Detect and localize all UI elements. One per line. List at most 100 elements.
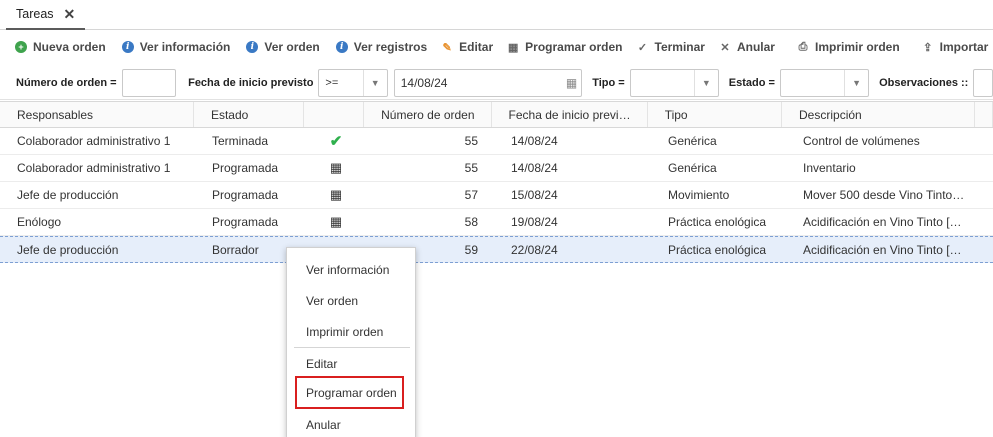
cell-estado: Programada <box>212 161 279 175</box>
menu-item-schedule-order[interactable]: Programar orden <box>295 376 404 409</box>
print-order-label: Imprimir orden <box>814 40 900 54</box>
cell-descripcion: Mover 500 desde Vino Tinto… <box>803 188 965 202</box>
chevron-down-icon[interactable]: ▼ <box>844 69 868 96</box>
tab-bar: Tareas ✕ <box>0 0 993 30</box>
observations-input[interactable] <box>973 68 993 97</box>
cell-responsable: Jefe de producción <box>17 242 119 257</box>
info-icon: i <box>335 41 348 53</box>
tab-tareas[interactable]: Tareas ✕ <box>6 0 86 30</box>
status-select[interactable]: ▼ <box>779 68 870 97</box>
order-number-input[interactable] <box>121 68 177 97</box>
schedule-order-button[interactable]: ▦ Programar orden <box>502 35 627 59</box>
cell-numero: 55 <box>464 134 478 148</box>
check-icon: ✔ <box>329 133 343 150</box>
column-header-estado[interactable]: Estado <box>194 102 305 127</box>
column-header-descripcion[interactable]: Descripción <box>782 102 975 127</box>
new-order-label: Nueva orden <box>33 40 106 54</box>
cell-tipo: Movimiento <box>668 188 730 202</box>
start-date-input[interactable]: 14/08/24 ▦ <box>393 68 583 97</box>
cell-estado: Programada <box>212 215 279 229</box>
cell-fecha: 15/08/24 <box>511 188 558 202</box>
cell-responsable: Colaborador administrativo 1 <box>17 134 171 148</box>
start-date-value: 14/08/24 <box>400 75 448 90</box>
cell-tipo: Genérica <box>668 161 717 175</box>
cell-descripcion: Control de volúmenes <box>803 134 920 148</box>
schedule-order-label: Programar orden <box>525 40 623 54</box>
cell-estado: Terminada <box>212 134 269 148</box>
cell-numero: 57 <box>464 188 478 202</box>
import-label: Importar <box>939 40 989 54</box>
cancel-label: Anular <box>736 40 775 54</box>
type-label: Tipo = <box>592 76 625 89</box>
cell-fecha: 14/08/24 <box>511 134 558 148</box>
start-date-label: Fecha de inicio previsto <box>188 76 314 89</box>
edit-icon: ✎ <box>442 41 452 54</box>
cell-responsable: Jefe de producción <box>17 188 119 202</box>
observations-label: Observaciones :: <box>879 76 969 89</box>
table-row[interactable]: Enólogo Programada ▦ 58 19/08/24 Práctic… <box>0 209 993 236</box>
menu-item-edit[interactable]: Editar <box>287 350 417 378</box>
calendar-icon: ▦ <box>329 160 343 175</box>
cancel-button[interactable]: ✕ Anular <box>714 35 780 59</box>
x-icon: ✕ <box>720 41 730 54</box>
menu-item-view-order[interactable]: Ver orden <box>287 287 417 315</box>
menu-item-cancel[interactable]: Anular <box>287 411 417 437</box>
calendar-icon: ▦ <box>507 41 519 54</box>
order-number-label: Número de orden = <box>16 76 117 89</box>
view-records-button[interactable]: i Ver registros <box>331 35 432 59</box>
plus-circle-icon: + <box>15 41 27 53</box>
column-header-tipo[interactable]: Tipo <box>648 102 783 127</box>
info-icon: i <box>246 41 259 53</box>
tab-label: Tareas <box>16 7 54 21</box>
check-icon: ✓ <box>637 41 648 54</box>
cell-responsable: Enólogo <box>17 215 62 229</box>
import-button[interactable]: ⇪ Importar <box>917 35 993 59</box>
column-header-fecha[interactable]: Fecha de inicio previ… <box>492 102 648 127</box>
view-info-button[interactable]: i Ver información <box>117 35 236 59</box>
edit-button[interactable]: ✎ Editar <box>436 35 498 59</box>
column-header-responsables[interactable]: Responsables <box>0 102 194 127</box>
table-row[interactable]: Colaborador administrativo 1 Terminada ✔… <box>0 128 993 155</box>
menu-divider <box>294 347 410 348</box>
cell-descripcion: Acidificación en Vino Tinto [… <box>803 215 962 229</box>
new-order-button[interactable]: + Nueva orden <box>10 35 111 59</box>
chevron-down-icon[interactable]: ▼ <box>362 69 387 96</box>
status-label: Estado = <box>728 76 775 89</box>
operator-value: >= <box>325 76 339 89</box>
column-header-numero-orden[interactable]: Número de orden <box>364 102 492 127</box>
context-menu: Ver información Ver orden Imprimir orden… <box>286 247 416 437</box>
cell-numero: 55 <box>464 161 478 175</box>
calendar-icon[interactable]: ▦ <box>566 76 577 90</box>
start-date-operator-select[interactable]: >= ▼ <box>318 68 388 97</box>
cell-tipo: Genérica <box>668 134 717 148</box>
finish-button[interactable]: ✓ Terminar <box>632 35 710 59</box>
chevron-down-icon[interactable]: ▼ <box>693 69 718 96</box>
cell-fecha: 14/08/24 <box>511 161 558 175</box>
edit-label: Editar <box>459 40 494 54</box>
cell-tipo: Práctica enológica <box>668 215 767 229</box>
close-icon[interactable]: ✕ <box>64 6 76 23</box>
table-row[interactable]: Jefe de producción Programada ▦ 57 15/08… <box>0 182 993 209</box>
cell-fecha: 22/08/24 <box>511 242 558 257</box>
table-row[interactable]: Colaborador administrativo 1 Programada … <box>0 155 993 182</box>
column-header-extra <box>975 102 993 127</box>
cell-numero: 58 <box>464 215 478 229</box>
calendar-icon: ▦ <box>329 214 343 229</box>
table-row-selected[interactable]: Jefe de producción Borrador 59 22/08/24 … <box>0 236 993 263</box>
column-header-icon[interactable] <box>304 102 365 127</box>
view-records-label: Ver registros <box>353 40 428 54</box>
view-info-label: Ver información <box>139 40 231 54</box>
toolbar: + Nueva orden i Ver información i Ver or… <box>0 33 993 61</box>
cell-tipo: Práctica enológica <box>668 242 767 257</box>
filter-bar: Número de orden = Fecha de inicio previs… <box>0 66 993 100</box>
cell-descripcion: Acidificación en Vino Tinto [… <box>803 242 962 257</box>
type-select[interactable]: ▼ <box>629 68 719 97</box>
menu-item-view-info[interactable]: Ver información <box>287 256 417 284</box>
view-order-label: Ver orden <box>264 40 320 54</box>
cell-fecha: 19/08/24 <box>511 215 558 229</box>
cell-descripcion: Inventario <box>803 161 856 175</box>
menu-item-print-order[interactable]: Imprimir orden <box>287 318 417 346</box>
view-order-button[interactable]: i Ver orden <box>241 35 324 59</box>
printer-icon: ⎙ <box>798 40 808 53</box>
print-order-button[interactable]: ⎙ Imprimir orden <box>792 35 905 59</box>
